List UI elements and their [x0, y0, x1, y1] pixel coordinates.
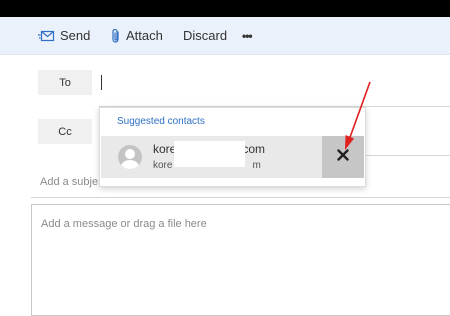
- attach-label: Attach: [126, 28, 163, 43]
- more-options-button[interactable]: •••: [242, 17, 253, 54]
- message-body-input[interactable]: Add a message or drag a file here: [31, 204, 450, 316]
- suggested-contacts-dropdown: Suggested contacts kore com kore m: [99, 107, 366, 187]
- remove-suggestion-button[interactable]: [322, 136, 364, 178]
- send-button[interactable]: Send: [38, 17, 90, 54]
- cc-button[interactable]: Cc: [38, 119, 92, 144]
- subject-input[interactable]: Add a subje: [40, 176, 98, 188]
- person-icon: [118, 145, 142, 169]
- to-input-caret[interactable]: [101, 75, 102, 90]
- to-button[interactable]: To: [38, 70, 92, 95]
- subject-underline: [31, 197, 450, 198]
- paperclip-icon: [111, 28, 121, 44]
- ellipsis-icon: •••: [242, 28, 253, 43]
- subject-placeholder: Add a subje: [40, 176, 99, 188]
- message-placeholder: Add a message or drag a file here: [41, 218, 207, 230]
- suggested-contacts-title: Suggested contacts: [117, 116, 205, 127]
- compose-toolbar: Send Attach Discard •••: [0, 17, 450, 55]
- attach-button[interactable]: Attach: [111, 17, 163, 54]
- send-label: Send: [60, 28, 91, 43]
- redaction-box: [174, 141, 245, 167]
- discard-label: Discard: [183, 28, 228, 43]
- contact-suggestion-row[interactable]: kore com kore m: [101, 136, 322, 178]
- discard-button[interactable]: Discard: [183, 17, 227, 54]
- cc-label: Cc: [58, 125, 72, 138]
- to-label: To: [59, 76, 71, 89]
- envelope-icon: [38, 30, 55, 42]
- close-icon: [337, 148, 349, 166]
- window-top-bar: [0, 0, 450, 17]
